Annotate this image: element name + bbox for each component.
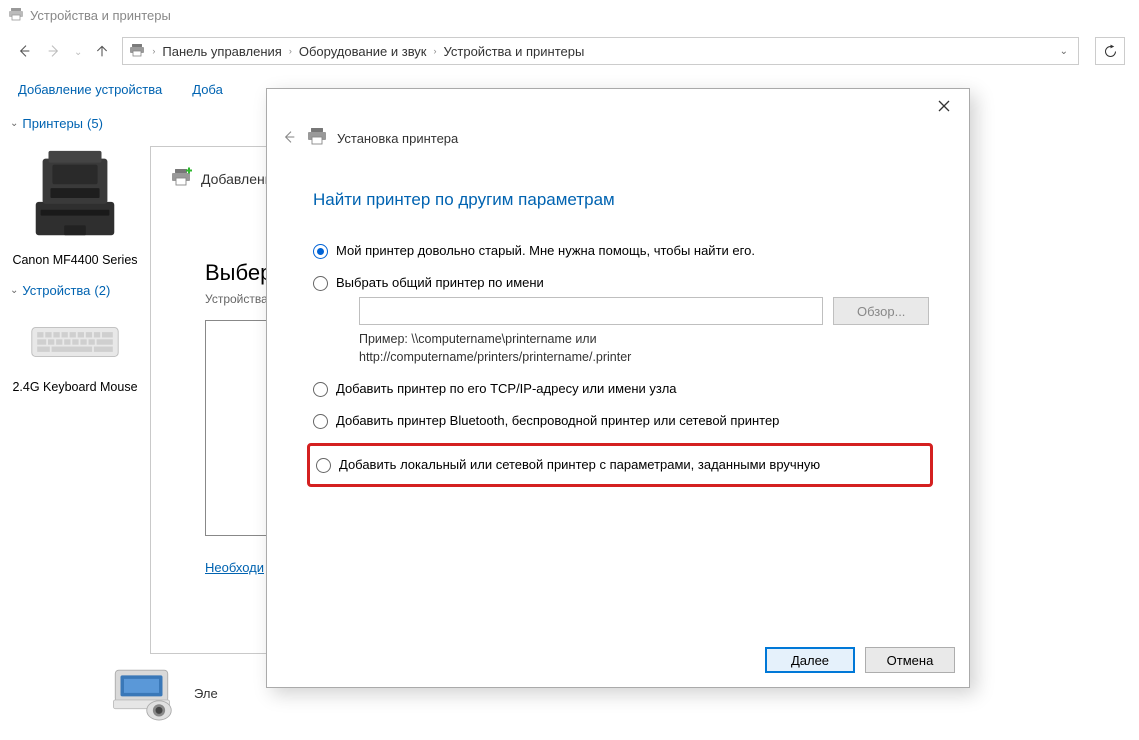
add-printer-dialog: Установка принтера Найти принтер по друг… [266,88,970,688]
add-printer-icon [171,167,193,190]
option-label: Добавить принтер Bluetooth, беспроводной… [336,412,779,430]
status-text: Эле [194,686,218,701]
printer-icon [8,7,24,24]
category-count: (2) [94,283,110,298]
nav-up-button[interactable] [92,41,112,61]
address-dropdown-icon[interactable]: ⌄ [1056,46,1072,57]
device-label: Canon MF4400 Series [12,253,137,269]
nav-forward-button[interactable] [44,41,64,61]
option-shared-by-name[interactable]: Выбрать общий принтер по имени [313,274,929,292]
chevron-right-icon: › [149,46,158,56]
radio-icon [313,382,328,397]
radio-icon [313,244,328,259]
device-tile-keyboard[interactable]: 2.4G Keyboard Mouse [0,302,150,406]
window-titlebar: Устройства и принтеры [0,0,1139,30]
refresh-button[interactable] [1095,37,1125,65]
printer-icon [307,127,327,150]
category-label: Принтеры [22,116,83,131]
option-label: Добавить локальный или сетевой принтер с… [339,456,820,474]
option-bluetooth-wireless[interactable]: Добавить принтер Bluetooth, беспроводной… [313,412,929,430]
next-button[interactable]: Далее [765,647,855,673]
nav-back-button[interactable] [14,41,34,61]
option-local-manual[interactable]: Добавить локальный или сетевой принтер с… [310,456,922,474]
chevron-down-icon: ⌄ [10,118,18,129]
option-label: Добавить принтер по его TCP/IP-адресу ил… [336,380,677,398]
option-old-printer[interactable]: Мой принтер довольно старый. Мне нужна п… [313,242,929,260]
radio-icon [313,276,328,291]
close-button[interactable] [923,92,965,120]
nav-toolbar: ⌄ › Панель управления › Оборудование и з… [0,30,1139,72]
breadcrumb-segment[interactable]: Устройства и принтеры [444,44,585,59]
chevron-right-icon: › [431,46,440,56]
option-label: Мой принтер довольно старый. Мне нужна п… [336,242,755,260]
nav-history-dropdown[interactable]: ⌄ [74,45,82,58]
printer-device-icon [20,139,130,251]
help-link[interactable]: Необходи [205,560,264,575]
radio-icon [316,458,331,473]
breadcrumb-segment[interactable]: Панель управления [162,44,281,59]
category-printers-header[interactable]: ⌄ Принтеры (5) [0,112,150,135]
option-tcpip[interactable]: Добавить принтер по его TCP/IP-адресу ил… [313,380,929,398]
dialog-header-title: Установка принтера [337,131,458,146]
option-label: Выбрать общий принтер по имени [336,274,544,292]
browse-button[interactable]: Обзор... [833,297,929,325]
example-text: Пример: \\computername\printername или [359,331,929,349]
keyboard-device-icon [20,306,130,378]
category-devices-header[interactable]: ⌄ Устройства (2) [0,279,150,302]
dialog-title: Найти принтер по другим параметрам [313,190,929,210]
shared-printer-name-input[interactable] [359,297,823,325]
device-tile-printer[interactable]: Canon MF4400 Series [0,135,150,279]
scanner-icon [110,661,180,726]
add-device-link[interactable]: Добавление устройства [18,82,162,97]
category-sidebar: ⌄ Принтеры (5) Canon MF4400 Ser [0,106,150,740]
chevron-right-icon: › [286,46,295,56]
example-text: http://computername/printers/printername… [359,349,929,367]
device-label: 2.4G Keyboard Mouse [12,380,137,396]
category-count: (5) [87,116,103,131]
control-panel-icon [129,43,145,60]
category-label: Устройства [22,283,90,298]
address-bar[interactable]: › Панель управления › Оборудование и зву… [122,37,1079,65]
chevron-down-icon: ⌄ [10,285,18,296]
window-title: Устройства и принтеры [30,8,171,23]
highlighted-option-box: Добавить локальный или сетевой принтер с… [307,443,933,487]
radio-icon [313,414,328,429]
dialog-back-button[interactable] [281,129,297,148]
breadcrumb-segment[interactable]: Оборудование и звук [299,44,427,59]
add-printer-link[interactable]: Доба [192,82,223,97]
cancel-button[interactable]: Отмена [865,647,955,673]
